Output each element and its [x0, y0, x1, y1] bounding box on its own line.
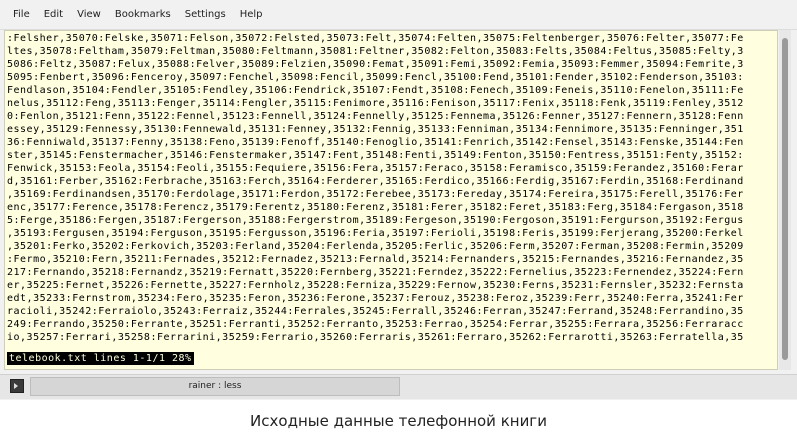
- menu-bar: File Edit View Bookmarks Settings Help: [0, 0, 797, 30]
- terminal-line: Fendlason,35104:Fendler,35105:Fendley,35…: [7, 85, 744, 96]
- figure-caption: Исходные данные телефонной книги: [250, 412, 547, 430]
- menu-view[interactable]: View: [70, 6, 108, 23]
- scrollbar-thumb[interactable]: [782, 38, 788, 360]
- terminal-text: :Felsher,35070:Felske,35071:Felson,35072…: [7, 32, 777, 344]
- taskbar-item-terminal[interactable]: rainer : less: [30, 377, 400, 396]
- menu-edit[interactable]: Edit: [37, 6, 70, 23]
- terminal-line: 5086:Feltz,35087:Felux,35088:Felver,3508…: [7, 59, 744, 70]
- terminal-line: edt,35233:Fernstrom,35234:Fero,35235:Fer…: [7, 293, 744, 304]
- terminal-line: io,35257:Ferrari,35258:Ferrarini,35259:F…: [7, 332, 744, 343]
- terminal-line: ster,35145:Fenstermacher,35146:Fensterma…: [7, 150, 744, 161]
- terminal-line: racioli,35242:Ferraiolo,35243:Ferraiz,35…: [7, 306, 744, 317]
- menu-settings[interactable]: Settings: [178, 6, 233, 23]
- vertical-scrollbar[interactable]: [779, 30, 791, 370]
- terminal-window: File Edit View Bookmarks Settings Help :…: [0, 0, 797, 400]
- terminal-line: ,35193:Fergusen,35194:Ferguson,35195:Fer…: [7, 228, 744, 239]
- terminal-output[interactable]: :Felsher,35070:Felske,35071:Felson,35072…: [4, 30, 778, 370]
- terminal-line: nelus,35112:Feng,35113:Fenger,35114:Feng…: [7, 98, 744, 109]
- terminal-line: ltes,35078:Feltham,35079:Feltman,35080:F…: [7, 46, 744, 57]
- menu-help[interactable]: Help: [233, 6, 270, 23]
- terminal-line: 36:Fenniwald,35137:Fenny,35138:Feno,3513…: [7, 137, 744, 148]
- terminal-line: 0:Fenlon,35121:Fenn,35122:Fennel,35123:F…: [7, 111, 744, 122]
- terminal-line: 5:Ferge,35186:Fergen,35187:Fergerson,351…: [7, 215, 744, 226]
- terminal-line: enc,35177:Ference,35178:Ferencz,35179:Fe…: [7, 202, 744, 213]
- terminal-line: essey,35129:Fennessy,35130:Fennewald,351…: [7, 124, 744, 135]
- terminal-line: d,35161:Ferber,35162:Ferbrache,35163:Fer…: [7, 176, 744, 187]
- terminal-line: :Felsher,35070:Felske,35071:Felson,35072…: [7, 33, 744, 44]
- pager-status-line: telebook.txt lines 1-1/1 28%: [7, 352, 194, 365]
- taskbar: rainer : less: [0, 374, 797, 399]
- terminal-line: Fenwick,35153:Feola,35154:Feoli,35155:Fe…: [7, 163, 744, 174]
- terminal-icon[interactable]: [10, 379, 24, 393]
- terminal-line: er,35225:Fernet,35226:Fernette,35227:Fer…: [7, 280, 744, 291]
- menu-bookmarks[interactable]: Bookmarks: [108, 6, 178, 23]
- terminal-line: 5095:Fenbert,35096:Fenceroy,35097:Fenche…: [7, 72, 744, 83]
- menu-file[interactable]: File: [6, 6, 37, 23]
- terminal-line: 249:Ferrando,35250:Ferrante,35251:Ferran…: [7, 319, 744, 330]
- terminal-line: 217:Fernando,35218:Fernandz,35219:Fernat…: [7, 267, 744, 278]
- terminal-line: :Fermo,35210:Fern,35211:Fernades,35212:F…: [7, 254, 744, 265]
- terminal-line: ,35201:Ferko,35202:Ferkovich,35203:Ferla…: [7, 241, 744, 252]
- terminal-line: ,35169:Ferdinandsen,35170:Ferdolage,3517…: [7, 189, 744, 200]
